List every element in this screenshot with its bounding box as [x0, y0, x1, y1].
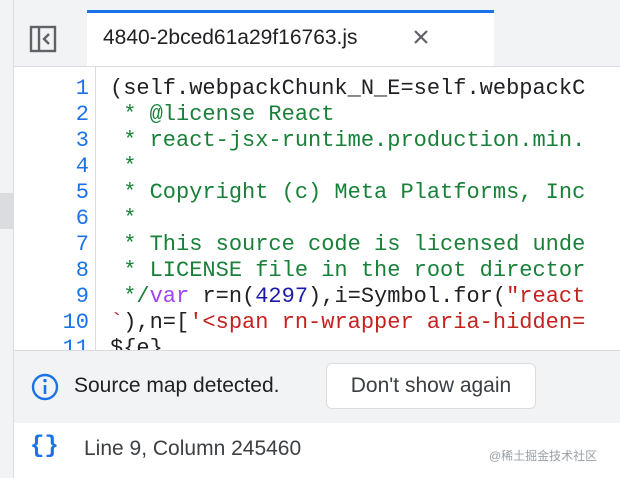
line-number[interactable]: 10 [19, 310, 89, 336]
toggle-navigator-icon[interactable] [28, 24, 58, 54]
line-number[interactable]: 2 [19, 102, 89, 128]
line-number[interactable]: 4 [19, 154, 89, 180]
code-line: * @license React [110, 102, 334, 128]
code-line: * This source code is licensed unde [110, 232, 585, 258]
code-token: "react [506, 284, 586, 309]
line-number[interactable]: 9 [19, 284, 89, 310]
source-editor[interactable]: 1 2 3 4 5 6 7 8 9 10 11 (self.webpackChunk_N_E=sel… [14, 67, 620, 350]
info-icon [30, 372, 60, 402]
code-token: ),i=Symbol.for( [308, 284, 507, 309]
code-line: (self.webpackChunk_N_E=self.webpackC [110, 76, 585, 102]
code-token: * [110, 206, 137, 231]
source-map-infobar: Source map detected. Don't show again [14, 350, 620, 424]
code-line: * Copyright (c) Meta Platforms, Inc [110, 180, 585, 206]
tab-file[interactable]: 4840-2bced61a29f16763.js [87, 13, 494, 66]
infobar-message: Source map detected. [74, 374, 280, 397]
close-icon[interactable] [409, 25, 433, 49]
code-token: * LICENSE file in the root director [110, 258, 586, 283]
line-number[interactable]: 5 [19, 180, 89, 206]
code-line: */var r=n(4297),i=Symbol.for("react [110, 284, 585, 310]
editor-tab-bar: 4840-2bced61a29f16763.js [14, 0, 620, 67]
code-token: * This source code is licensed unde [110, 232, 586, 257]
left-panel-strip [0, 0, 14, 478]
code-line: * [110, 154, 136, 180]
pretty-print-icon[interactable]: {} [30, 433, 59, 460]
code-token: ${e} [110, 336, 163, 350]
code-token: (self.webpackChunk_N_E=self.webpackC [110, 76, 586, 101]
code-token: * react-jsx-runtime.production.min. [110, 128, 586, 153]
line-number[interactable]: 1 [19, 76, 89, 102]
left-panel-selected-item[interactable] [0, 193, 13, 229]
code-token: */ [110, 284, 150, 309]
code-token: * @license React [110, 102, 335, 127]
line-number[interactable]: 11 [19, 336, 89, 350]
code-line: * [110, 206, 136, 232]
code-token: var [149, 284, 190, 309]
code-token: ` [110, 310, 124, 335]
code-token: * [110, 154, 137, 179]
line-number[interactable]: 3 [19, 128, 89, 154]
code-token: ),n=[ [123, 310, 190, 335]
code-area[interactable]: (self.webpackChunk_N_E=self.webpackC * @… [110, 67, 620, 350]
code-token: '<span rn-wrapper aria-hidden= [189, 310, 586, 335]
line-number[interactable]: 8 [19, 258, 89, 284]
tab-file-name: 4840-2bced61a29f16763.js [103, 26, 358, 49]
code-line: * LICENSE file in the root director [110, 258, 585, 284]
code-line: ${e} [110, 336, 163, 350]
code-line: `),n=['<span rn-wrapper aria-hidden= [110, 310, 585, 336]
line-number[interactable]: 6 [19, 206, 89, 232]
watermark-text: @稀土掘金技术社区 [489, 449, 598, 463]
line-number[interactable]: 7 [19, 232, 89, 258]
code-token: * Copyright (c) Meta Platforms, Inc [110, 180, 586, 205]
line-number-gutter: 1 2 3 4 5 6 7 8 9 10 11 [14, 67, 96, 350]
code-line: * react-jsx-runtime.production.min. [110, 128, 585, 154]
cursor-position: Line 9, Column 245460 [84, 437, 302, 460]
dont-show-again-button[interactable]: Don't show again [326, 363, 536, 409]
status-bar: {} Line 9, Column 245460 @稀土掘金技术社区 [14, 423, 620, 478]
code-token: r=n( [189, 284, 256, 309]
code-token: 4297 [255, 284, 309, 309]
